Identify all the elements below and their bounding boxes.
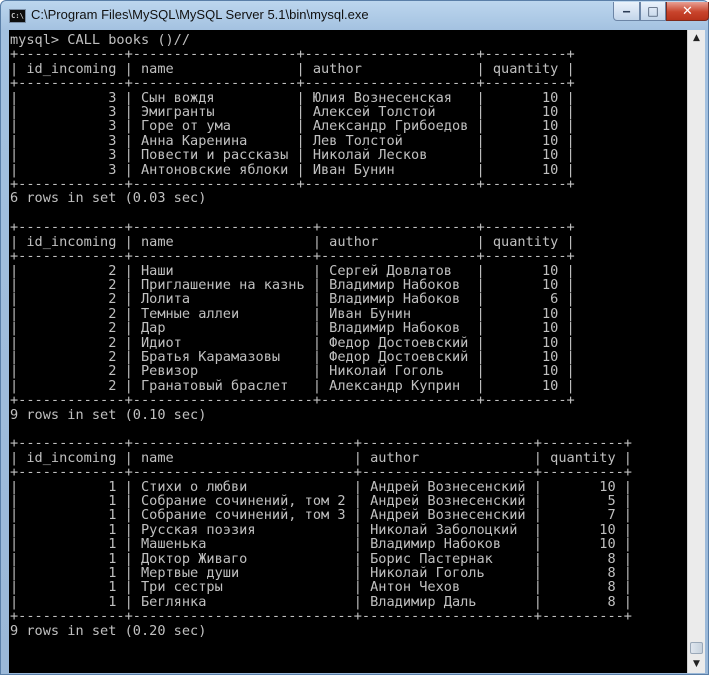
minimize-button[interactable]: ‒ xyxy=(613,2,640,21)
console-app-icon[interactable]: C:\ xyxy=(9,9,26,23)
scroll-down-arrow-icon[interactable]: ▼ xyxy=(688,656,705,673)
close-icon: ✕ xyxy=(682,3,693,19)
maximize-icon: □ xyxy=(647,4,659,18)
scroll-up-arrow-icon[interactable]: ▲ xyxy=(688,30,705,47)
console-output-area[interactable]: mysql> CALL books ()// +-------------+--… xyxy=(9,30,687,673)
console-text: mysql> CALL books ()// +-------------+--… xyxy=(9,30,687,638)
result-table: +-------------+--------------------+----… xyxy=(10,46,575,192)
rows-in-set-status: 6 rows in set (0.03 sec) xyxy=(10,190,207,207)
close-button[interactable]: ✕ xyxy=(666,2,709,21)
scrollbar-thumb[interactable] xyxy=(690,642,703,654)
result-table: +-------------+-------------------------… xyxy=(10,435,632,624)
minimize-icon: ‒ xyxy=(622,4,631,18)
result-table: +-------------+----------------------+--… xyxy=(10,219,575,408)
window-title: C:\Program Files\MySQL\MySQL Server 5.1\… xyxy=(31,7,369,22)
result-sets: +-------------+--------------------+----… xyxy=(10,46,632,638)
title-bar[interactable]: C:\ C:\Program Files\MySQL\MySQL Server … xyxy=(1,1,709,30)
maximize-button[interactable]: □ xyxy=(640,2,666,21)
rows-in-set-status: 9 rows in set (0.10 sec) xyxy=(10,406,207,423)
vertical-scrollbar[interactable]: ▲ ▼ xyxy=(687,30,705,673)
rows-in-set-status: 9 rows in set (0.20 sec) xyxy=(10,622,207,639)
console-window: C:\ C:\Program Files\MySQL\MySQL Server … xyxy=(0,0,709,675)
